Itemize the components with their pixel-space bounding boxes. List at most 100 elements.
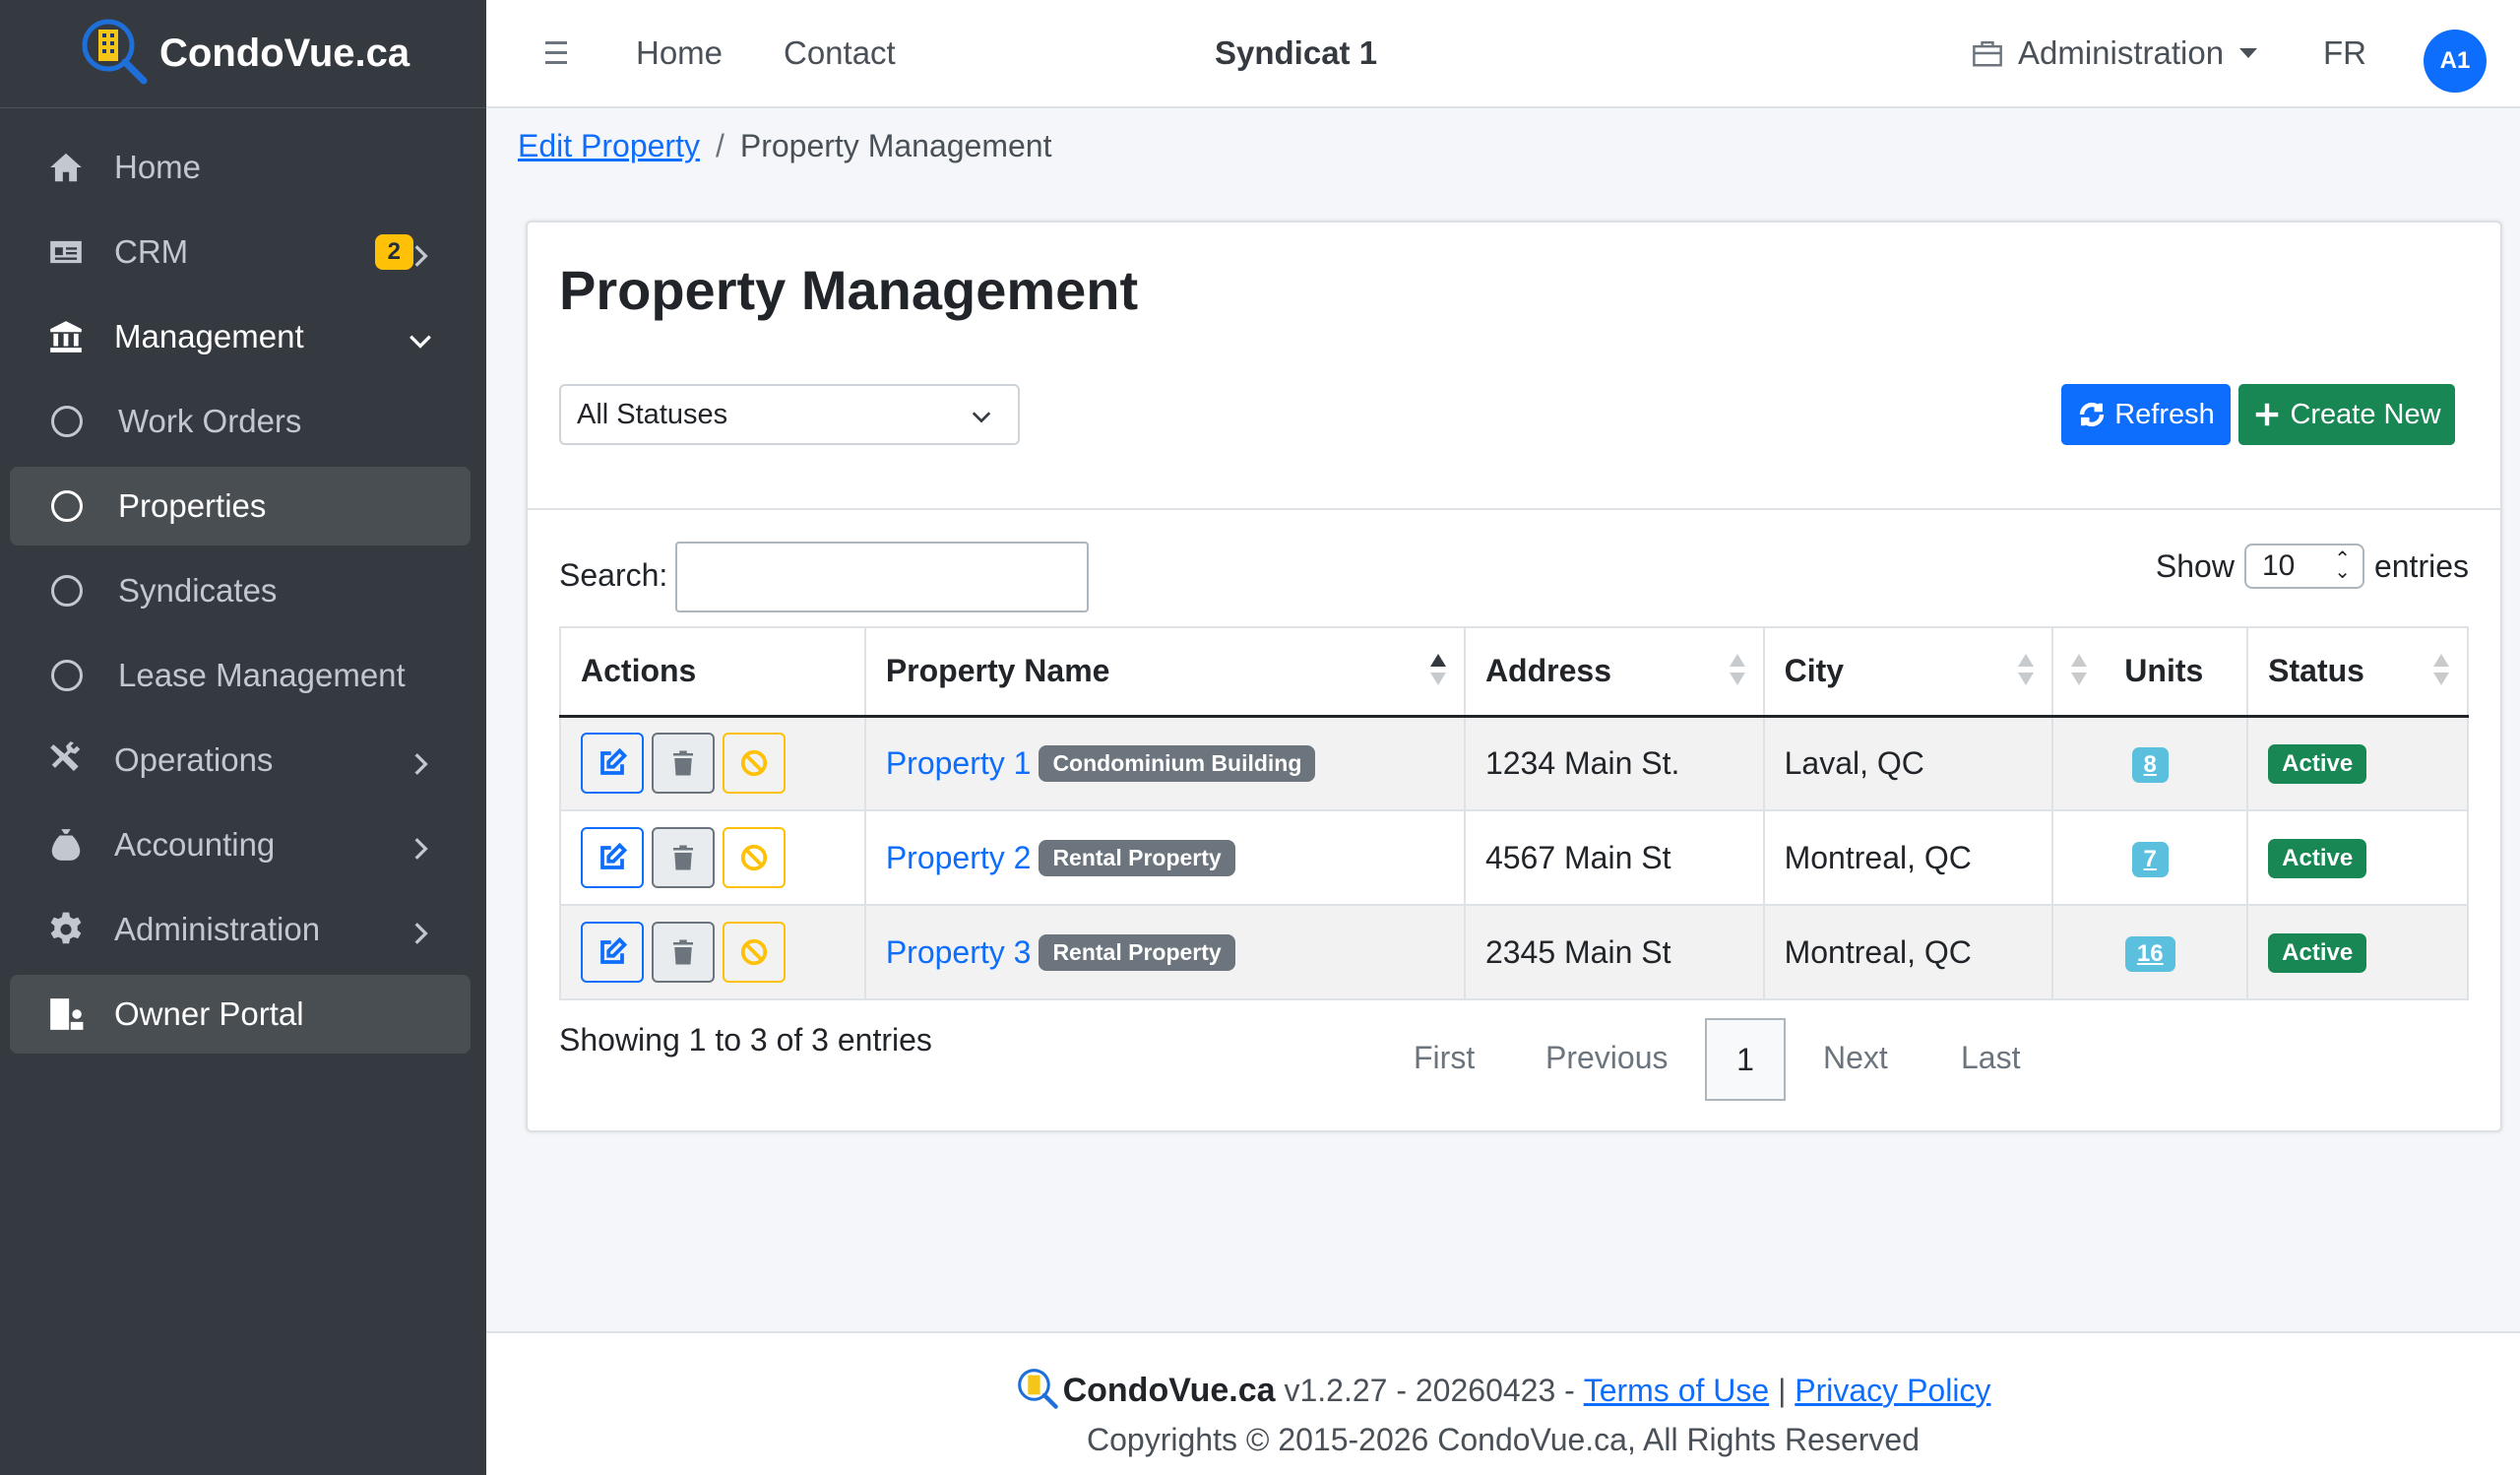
actions-cell bbox=[559, 904, 866, 1000]
sidebar-item-label: Lease Management bbox=[118, 657, 406, 693]
breadcrumb-separator: / bbox=[715, 128, 724, 163]
pagination-first[interactable]: First bbox=[1414, 1040, 1475, 1076]
edit-icon bbox=[600, 843, 627, 869]
delete-button[interactable] bbox=[652, 922, 715, 983]
property-name-link[interactable]: Property 2 bbox=[886, 840, 1032, 875]
units-cell: 7 bbox=[2051, 809, 2249, 906]
sidebar-item-operations[interactable]: Operations bbox=[10, 721, 471, 800]
nav-contact-link[interactable]: Contact bbox=[784, 34, 896, 72]
edit-button[interactable] bbox=[581, 922, 644, 983]
delete-button[interactable] bbox=[652, 733, 715, 795]
deactivate-button[interactable] bbox=[723, 827, 786, 888]
properties-table: Actions Property Name Address City Units… bbox=[559, 626, 2469, 1000]
page-length-select[interactable]: 10 ⌃ ⌄ bbox=[2243, 544, 2364, 589]
column-header-property-name[interactable]: Property Name bbox=[863, 626, 1466, 718]
sidebar-item-crm[interactable]: CRM 2 bbox=[10, 213, 471, 291]
edit-icon bbox=[600, 937, 627, 964]
updown-icon: ⌃ ⌄ bbox=[2334, 548, 2351, 583]
sidebar-item-work-orders[interactable]: Work Orders bbox=[10, 382, 471, 461]
property-name-link[interactable]: Property 1 bbox=[886, 745, 1032, 781]
sort-asc-icon bbox=[1429, 654, 1446, 691]
column-header-city[interactable]: City bbox=[1762, 626, 2054, 718]
sidebar-item-label: Home bbox=[114, 149, 202, 185]
deactivate-button[interactable] bbox=[723, 733, 786, 795]
delete-button[interactable] bbox=[652, 827, 715, 888]
column-header-units[interactable]: Units bbox=[2051, 626, 2249, 718]
sidebar-item-label: Management bbox=[114, 318, 304, 354]
status-filter-select[interactable]: All Statuses bbox=[559, 384, 1020, 445]
privacy-policy-link[interactable]: Privacy Policy bbox=[1795, 1373, 1990, 1409]
refresh-button[interactable]: Refresh bbox=[2061, 384, 2231, 445]
administration-dropdown[interactable]: Administration bbox=[1971, 34, 2258, 72]
top-navbar: Home Contact Syndicat 1 Administration F… bbox=[486, 0, 2520, 108]
property-type-badge: Condominium Building bbox=[1039, 744, 1316, 782]
table-info: Showing 1 to 3 of 3 entries bbox=[559, 1022, 932, 1058]
circle-icon bbox=[51, 490, 83, 522]
sidebar-item-syndicates[interactable]: Syndicates bbox=[10, 551, 471, 630]
create-new-label: Create New bbox=[2290, 398, 2441, 430]
sidebar-item-properties[interactable]: Properties bbox=[10, 467, 471, 545]
sidebar-item-administration[interactable]: Administration bbox=[10, 890, 471, 969]
avatar[interactable]: A1 bbox=[2424, 30, 2487, 93]
chevron-right-icon bbox=[408, 832, 433, 860]
circle-icon bbox=[51, 660, 83, 691]
property-name-cell: Property 1 Condominium Building bbox=[863, 715, 1466, 811]
address-cell: 2345 Main St bbox=[1463, 904, 1765, 1000]
deactivate-button[interactable] bbox=[723, 922, 786, 983]
city-cell: Montreal, QC bbox=[1762, 904, 2054, 1000]
property-management-card: Property Management All Statuses Refresh… bbox=[526, 221, 2502, 1132]
search-input[interactable] bbox=[675, 542, 1089, 612]
nav-home-link[interactable]: Home bbox=[636, 34, 723, 72]
city-cell: Montreal, QC bbox=[1762, 809, 2054, 906]
column-header-address[interactable]: Address bbox=[1463, 626, 1765, 718]
building-user-icon bbox=[47, 995, 85, 1033]
property-name-link[interactable]: Property 3 bbox=[886, 934, 1032, 970]
search-label: Search: bbox=[559, 557, 668, 593]
circle-icon bbox=[51, 575, 83, 607]
administration-label: Administration bbox=[2018, 34, 2225, 71]
sort-icon bbox=[2018, 654, 2035, 691]
brand-name: CondoVue.ca bbox=[159, 32, 410, 75]
edit-icon bbox=[600, 748, 627, 776]
property-name-cell: Property 3 Rental Property bbox=[863, 904, 1466, 1000]
city-cell: Laval, QC bbox=[1762, 715, 2054, 811]
chevron-down-icon bbox=[972, 412, 991, 423]
sidebar-item-owner-portal[interactable]: Owner Portal bbox=[10, 975, 471, 1054]
pagination-current-page[interactable]: 1 bbox=[1705, 1018, 1786, 1101]
sidebar-item-label: Owner Portal bbox=[114, 995, 304, 1032]
units-link[interactable]: 16 bbox=[2124, 936, 2175, 972]
sidebar-item-lease-management[interactable]: Lease Management bbox=[10, 636, 471, 715]
pagination-next[interactable]: Next bbox=[1823, 1040, 1888, 1076]
caret-down-icon bbox=[2239, 48, 2258, 58]
units-link[interactable]: 8 bbox=[2131, 747, 2169, 784]
refresh-icon bbox=[2080, 402, 2105, 427]
edit-button[interactable] bbox=[581, 733, 644, 795]
pagination-last[interactable]: Last bbox=[1961, 1040, 2020, 1076]
chevron-right-icon bbox=[408, 917, 433, 944]
brand-link[interactable]: CondoVue.ca bbox=[0, 0, 486, 108]
entries-label: entries bbox=[2373, 547, 2469, 584]
language-toggle[interactable]: FR bbox=[2323, 34, 2366, 72]
edit-button[interactable] bbox=[581, 827, 644, 888]
column-header-status[interactable]: Status bbox=[2246, 626, 2469, 718]
sidebar-item-accounting[interactable]: Accounting bbox=[10, 805, 471, 884]
status-badge: Active bbox=[2268, 933, 2367, 973]
breadcrumb-edit-property-link[interactable]: Edit Property bbox=[518, 128, 700, 164]
units-link[interactable]: 7 bbox=[2131, 842, 2169, 877]
refresh-label: Refresh bbox=[2114, 398, 2215, 430]
footer-logo-icon bbox=[1017, 1369, 1058, 1409]
plus-icon bbox=[2256, 403, 2279, 426]
sidebar-item-management[interactable]: Management bbox=[10, 297, 471, 376]
units-cell: 8 bbox=[2051, 715, 2249, 811]
column-header-actions: Actions bbox=[559, 626, 866, 718]
sidebar-item-label: CRM bbox=[114, 233, 189, 270]
trash-icon bbox=[673, 750, 693, 776]
sidebar-item-home[interactable]: Home bbox=[10, 128, 471, 207]
syndicate-title: Syndicat 1 bbox=[1215, 34, 1378, 71]
footer-copyright: Copyrights © 2015-2026 CondoVue.ca, All … bbox=[1087, 1422, 1920, 1457]
pagination-previous[interactable]: Previous bbox=[1545, 1040, 1669, 1076]
create-new-button[interactable]: Create New bbox=[2238, 384, 2455, 445]
terms-of-use-link[interactable]: Terms of Use bbox=[1584, 1373, 1769, 1409]
bank-icon bbox=[47, 318, 85, 355]
menu-toggle-icon[interactable] bbox=[545, 41, 567, 67]
